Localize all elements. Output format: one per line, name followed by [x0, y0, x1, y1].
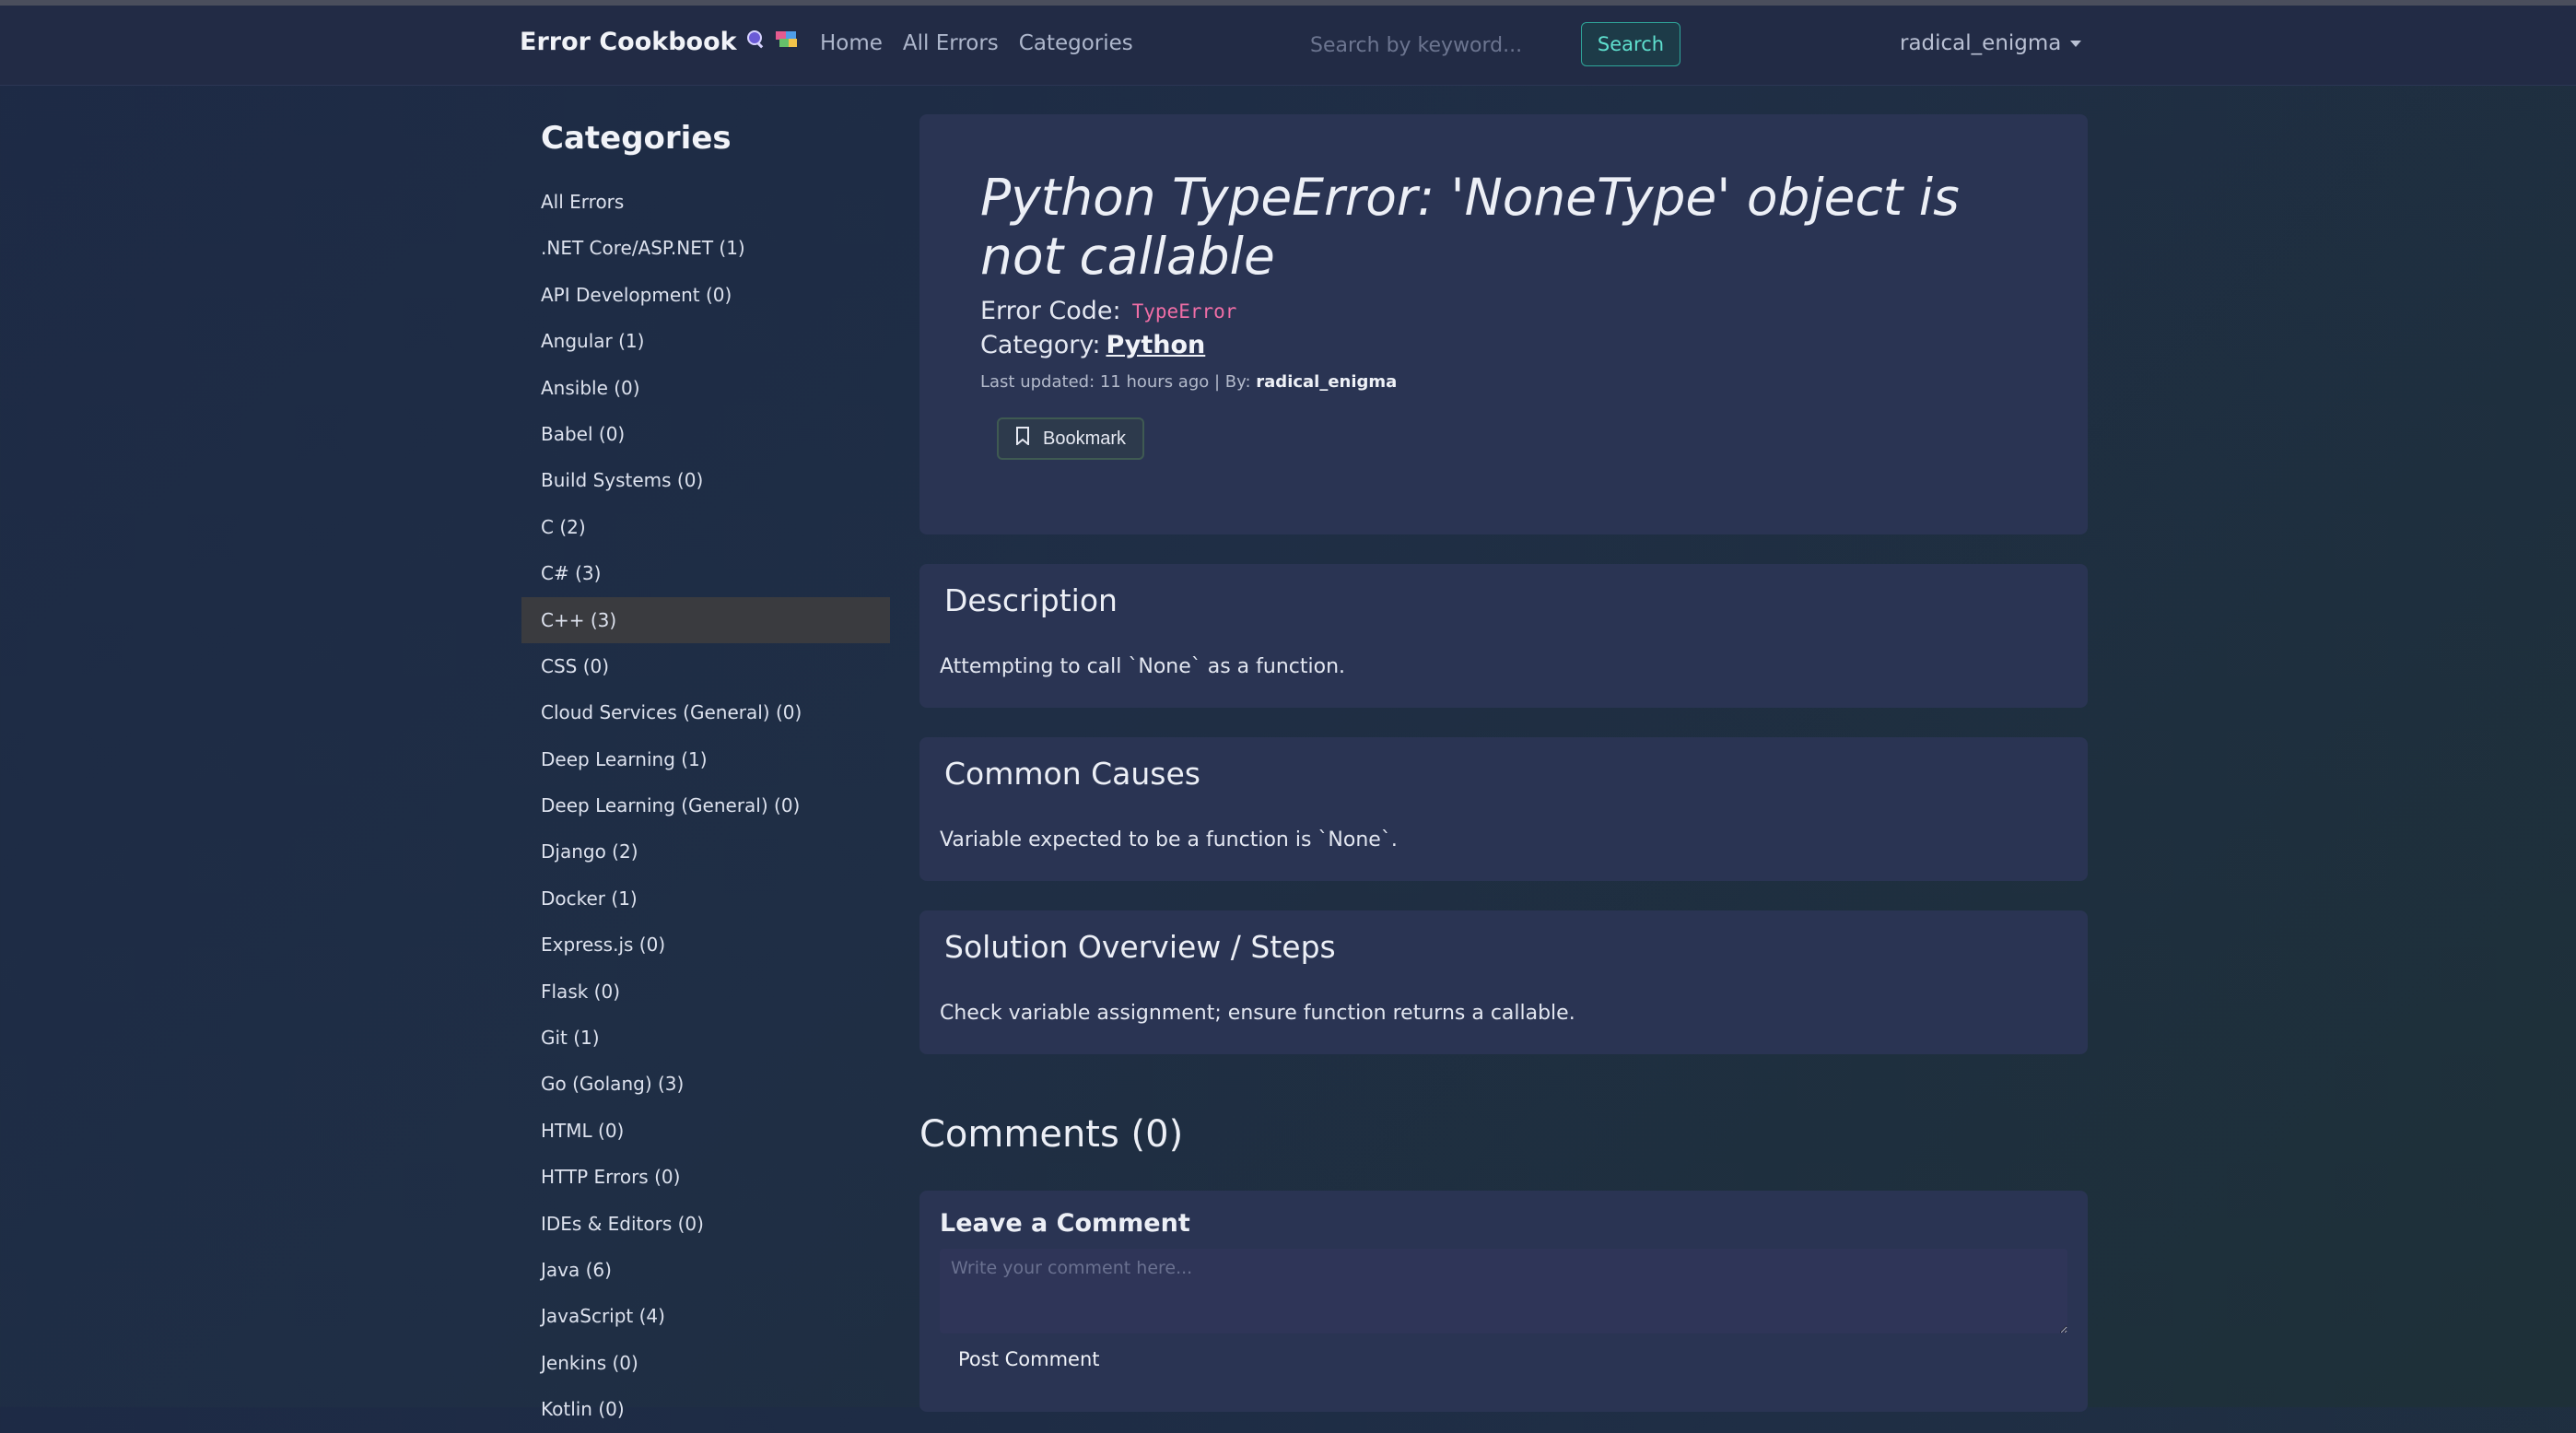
last-updated-text: Last updated: 11 hours ago | By: radical… — [980, 372, 2027, 392]
sidebar-item[interactable]: Angular (1) — [521, 318, 890, 364]
sidebar-item[interactable]: Ansible (0) — [521, 365, 890, 411]
username-label: radical_enigma — [1900, 31, 2062, 55]
sidebar-item[interactable]: Deep Learning (1) — [521, 736, 890, 782]
comment-form-title: Leave a Comment — [940, 1209, 1190, 1238]
sidebar-item[interactable]: Cloud Services (General) (0) — [521, 689, 890, 735]
description-body: Attempting to call `None` as a function. — [940, 655, 1346, 678]
updated-prefix: Last updated: 11 hours ago | By: — [980, 372, 1251, 392]
sidebar-item[interactable]: JavaScript (4) — [521, 1293, 890, 1339]
magnifier-icon — [746, 29, 767, 55]
sidebar-item[interactable]: C# (3) — [521, 550, 890, 596]
sidebar-item[interactable]: Django (2) — [521, 828, 890, 875]
sidebar-item[interactable]: Express.js (0) — [521, 922, 890, 968]
solution-card: Solution Overview / Steps Check variable… — [919, 910, 2088, 1054]
sidebar-item[interactable]: Git (1) — [521, 1015, 890, 1061]
sidebar-item[interactable]: Flask (0) — [521, 969, 890, 1015]
description-title: Description — [944, 582, 1118, 618]
sidebar-item[interactable]: CSS (0) — [521, 643, 890, 689]
error-code-badge: TypeError — [1131, 300, 1237, 323]
nav-categories[interactable]: Categories — [1019, 31, 1133, 55]
bookmark-button[interactable]: Bookmark — [997, 417, 1145, 460]
sidebar-item[interactable]: Build Systems (0) — [521, 457, 890, 503]
bookmark-label: Bookmark — [1043, 428, 1127, 449]
sidebar-item[interactable]: C (2) — [521, 504, 890, 550]
bookmark-icon — [1015, 427, 1030, 451]
error-code-row: Error Code: TypeError — [980, 297, 2027, 325]
nav-all-errors[interactable]: All Errors — [903, 31, 999, 55]
error-code-label: Error Code: — [980, 297, 1121, 325]
sidebar-item[interactable]: Deep Learning (General) (0) — [521, 782, 890, 828]
sidebar-item[interactable]: API Development (0) — [521, 272, 890, 318]
comments-heading: Comments (0) — [919, 1113, 1184, 1156]
comment-textarea[interactable] — [940, 1249, 2067, 1333]
search-button[interactable]: Search — [1581, 22, 1680, 66]
sidebar-item[interactable]: HTTP Errors (0) — [521, 1154, 890, 1200]
main-nav: Home All Errors Categories — [820, 31, 1133, 55]
sidebar-item[interactable]: Docker (1) — [521, 875, 890, 922]
user-menu-dropdown[interactable]: radical_enigma — [1900, 31, 2082, 55]
post-comment-button[interactable]: Post Comment — [958, 1348, 1100, 1370]
brand-title: Error Cookbook — [520, 28, 737, 56]
sidebar-item[interactable]: IDEs & Editors (0) — [521, 1201, 890, 1247]
error-detail: Python TypeError: 'NoneType' object is n… — [919, 114, 2088, 1412]
brand-logo[interactable]: Error Cookbook — [520, 28, 798, 56]
nav-home[interactable]: Home — [820, 31, 883, 55]
sidebar-item[interactable]: HTML (0) — [521, 1108, 890, 1154]
category-list: All Errors .NET Core/ASP.NET (1) API Devel… — [521, 179, 890, 1433]
sidebar-item[interactable]: Babel (0) — [521, 411, 890, 457]
sidebar-item[interactable]: All Errors — [521, 179, 890, 225]
common-causes-body: Variable expected to be a function is `N… — [940, 828, 1398, 852]
category-sidebar: Categories All Errors .NET Core/ASP.NET (… — [521, 120, 890, 1433]
sidebar-item[interactable]: Jenkins (0) — [521, 1340, 890, 1386]
error-header-card: Python TypeError: 'NoneType' object is n… — [919, 114, 2088, 534]
category-label: Category: — [980, 331, 1101, 359]
category-row: Category: Python — [980, 331, 2027, 359]
sidebar-item[interactable]: Kotlin (0) — [521, 1386, 890, 1432]
sidebar-item[interactable]: .NET Core/ASP.NET (1) — [521, 225, 890, 271]
description-card: Description Attempting to call `None` as… — [919, 564, 2088, 708]
colorful-blocks-icon — [775, 29, 798, 55]
sidebar-title: Categories — [541, 120, 732, 157]
chevron-down-icon — [2070, 40, 2082, 47]
sidebar-item[interactable]: C++ (3) — [521, 596, 890, 643]
author-name: radical_enigma — [1256, 372, 1398, 392]
common-causes-title: Common Causes — [944, 756, 1200, 792]
common-causes-card: Common Causes Variable expected to be a … — [919, 737, 2088, 881]
search-input[interactable] — [1308, 26, 1570, 65]
page-title: Python TypeError: 'NoneType' object is n… — [980, 168, 1960, 286]
top-navbar: Error Cookbook Home All Errors Categorie… — [0, 6, 2576, 86]
category-link[interactable]: Python — [1106, 331, 1205, 359]
sidebar-item[interactable]: Java (6) — [521, 1247, 890, 1293]
solution-body: Check variable assignment; ensure functi… — [940, 1002, 1575, 1025]
comment-form: Leave a Comment Post Comment — [919, 1191, 2088, 1412]
solution-title: Solution Overview / Steps — [944, 929, 1336, 965]
sidebar-item[interactable]: Go (Golang) (3) — [521, 1061, 890, 1107]
